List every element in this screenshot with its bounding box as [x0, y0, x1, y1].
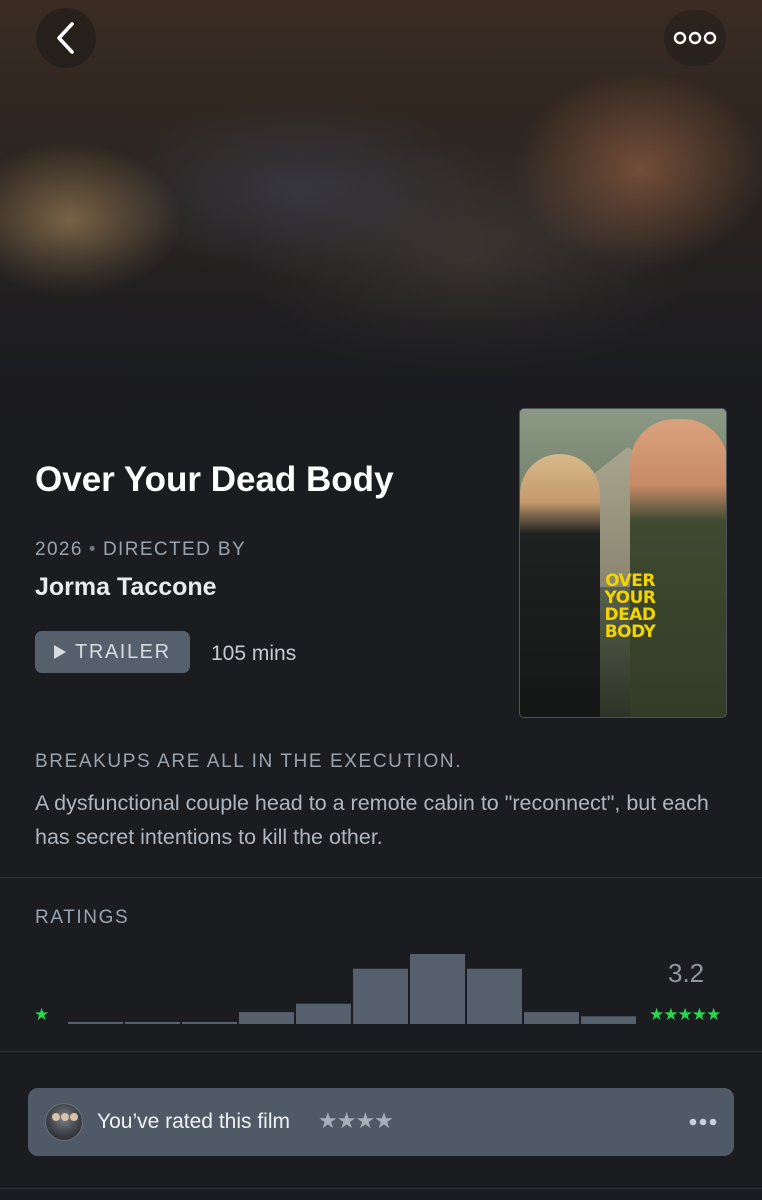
runtime: 105 mins: [211, 642, 297, 665]
divider: [0, 1188, 762, 1189]
histogram-bar[interactable]: [296, 1003, 351, 1024]
poster-figure-left: [520, 454, 600, 717]
ellipsis-icon: [689, 1118, 717, 1126]
ellipsis-icon: [673, 31, 717, 45]
poster-title: OVER YOUR DEAD BODY: [604, 571, 656, 642]
histogram-bar[interactable]: [581, 1016, 636, 1024]
histogram-bar[interactable]: [353, 968, 408, 1024]
film-year[interactable]: 2026: [35, 539, 83, 560]
divider: [0, 1051, 762, 1052]
director-name[interactable]: Jorma Taccone: [35, 572, 217, 602]
backdrop-image: [0, 0, 762, 470]
backdrop-shade: [0, 0, 762, 470]
card-more-button[interactable]: [688, 1109, 718, 1135]
more-options-button[interactable]: [664, 10, 726, 66]
histogram-bar[interactable]: [125, 1021, 180, 1024]
back-button[interactable]: [36, 8, 96, 68]
film-title: Over Your Dead Body: [35, 460, 394, 499]
directed-by-label: DIRECTED BY: [102, 539, 247, 560]
play-icon: [54, 645, 66, 659]
histogram-bar[interactable]: [68, 1021, 123, 1024]
avatar-face: [61, 1113, 69, 1121]
trailer-label: TRAILER: [75, 640, 171, 663]
film-poster[interactable]: OVER YOUR DEAD BODY: [519, 408, 727, 718]
divider: [0, 877, 762, 878]
average-rating: 3.2: [668, 958, 705, 988]
ratings-label: RATINGS: [35, 907, 130, 928]
synopsis[interactable]: A dysfunctional couple head to a remote …: [35, 786, 725, 854]
histogram-bar[interactable]: [524, 1012, 579, 1024]
min-star-icon: ★: [34, 1005, 50, 1024]
histogram-bar[interactable]: [410, 954, 465, 1024]
avatar-face: [52, 1113, 60, 1121]
ratings-histogram[interactable]: [0, 940, 762, 1030]
histogram-bar[interactable]: [239, 1012, 294, 1024]
user-stars: ★★★★: [318, 1108, 394, 1133]
separator-dot: •: [88, 539, 97, 560]
rated-film-text: You’ve rated this film: [97, 1110, 290, 1133]
chevron-left-icon: [57, 22, 74, 54]
max-stars-icon: ★★★★★: [649, 1005, 721, 1024]
trailer-button[interactable]: TRAILER: [35, 631, 190, 673]
avatar: [45, 1103, 83, 1141]
film-meta: 2026 • DIRECTED BY: [35, 538, 246, 562]
histogram-bar[interactable]: [182, 1021, 237, 1024]
histogram-bar[interactable]: [467, 968, 522, 1024]
your-rating-card[interactable]: You’ve rated this film ★★★★: [28, 1088, 734, 1156]
poster-figure-right: [630, 419, 726, 717]
avatar-face: [70, 1113, 78, 1121]
tagline: BREAKUPS ARE ALL IN THE EXECUTION.: [35, 751, 463, 772]
